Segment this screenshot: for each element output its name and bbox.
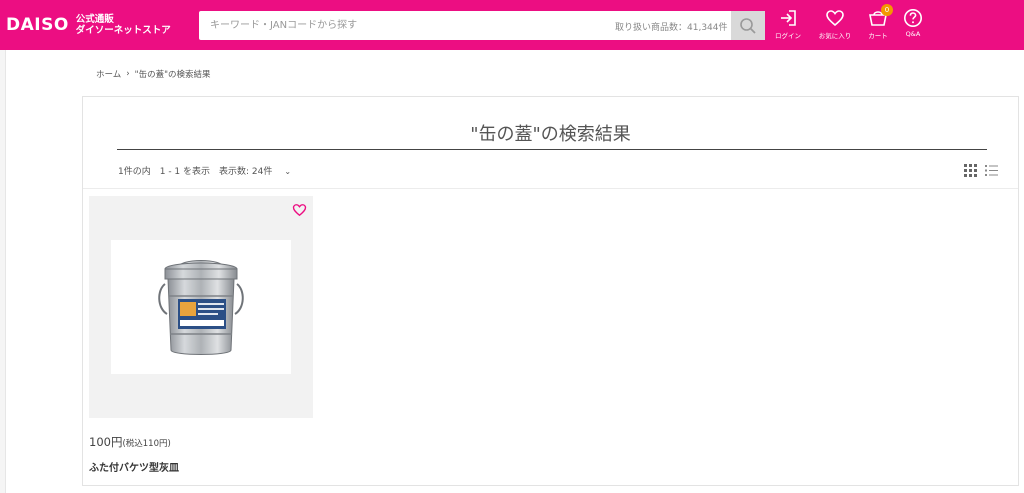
question-icon	[904, 9, 922, 27]
daiso-logo[interactable]: DAISO 公式通販 ダイソーネットストア	[6, 14, 171, 36]
login-label: ログイン	[775, 32, 801, 40]
toolbar-divider	[83, 188, 1018, 189]
bucket-ashtray-image	[158, 260, 244, 355]
search-bar: 取り扱い商品数：41,344件	[199, 11, 765, 40]
result-range: 1 - 1 を表示	[159, 167, 211, 177]
search-icon	[740, 17, 756, 34]
qa-label: Q&A	[905, 30, 921, 38]
price-tax-included: (税込110円)	[122, 439, 171, 449]
heart-icon	[292, 204, 307, 217]
item-count: 取り扱い商品数：41,344件	[615, 23, 728, 33]
product-card[interactable]	[89, 196, 313, 418]
breadcrumb: ホーム › "缶の蓋"の検索結果	[96, 68, 210, 80]
breadcrumb-separator: ›	[126, 69, 130, 79]
favorites-link[interactable]: お気に入り	[814, 8, 856, 40]
login-link[interactable]: ログイン	[767, 8, 809, 40]
result-count: 1件の内	[118, 167, 151, 177]
heart-icon	[826, 10, 844, 27]
logo-subtitle: 公式通販 ダイソーネットストア	[76, 14, 171, 36]
page-title: "缶の蓋"の検索結果	[470, 124, 631, 145]
product-name[interactable]: ふた付バケツ型灰皿	[89, 459, 179, 474]
favorites-label: お気に入り	[818, 32, 852, 40]
left-scroll-edge	[0, 50, 6, 493]
results-toolbar: 1件の内 1 - 1 を表示 表示数: 24件 ⌄	[118, 164, 309, 177]
title-divider	[117, 149, 987, 150]
grid-icon[interactable]	[964, 164, 977, 177]
qa-link[interactable]: Q&A	[892, 8, 934, 38]
product-image[interactable]	[111, 240, 291, 374]
price-value: 100円	[89, 435, 123, 449]
product-price: 100円(税込110円)	[89, 434, 171, 450]
logo-subtitle-line2: ダイソーネットストア	[75, 25, 171, 36]
favorite-button[interactable]	[292, 202, 307, 221]
logo-subtitle-line1: 公式通販	[75, 14, 114, 25]
list-icon[interactable]	[985, 164, 998, 177]
chevron-down-icon: ⌄	[284, 167, 292, 176]
login-icon	[781, 10, 796, 26]
search-results-panel: "缶の蓋"の検索結果 1件の内 1 - 1 を表示 表示数: 24件 ⌄ 100…	[82, 96, 1019, 486]
search-button[interactable]	[731, 11, 765, 40]
logo-wordmark: DAISO	[6, 15, 69, 35]
breadcrumb-current: "缶の蓋"の検索結果	[134, 70, 211, 80]
breadcrumb-home[interactable]: ホーム	[96, 68, 121, 80]
per-page-select[interactable]: 表示数: 24件 ⌄	[219, 164, 300, 177]
site-header: DAISO 公式通販 ダイソーネットストア 取り扱い商品数：41,344件 ログ…	[0, 0, 1024, 50]
view-mode-toggle	[964, 164, 998, 177]
per-page-label: 表示数: 24件	[219, 167, 273, 177]
